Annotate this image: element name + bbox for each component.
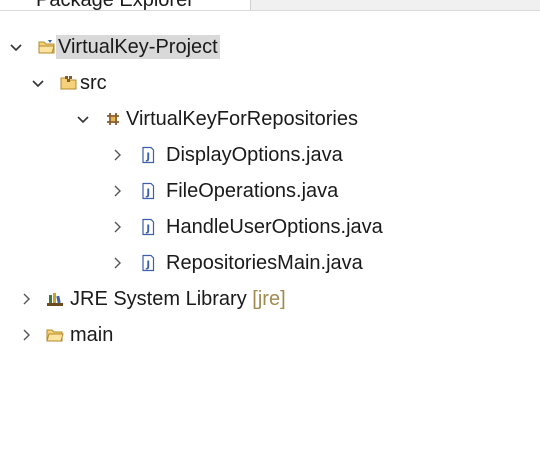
tab-title: Package Explorer bbox=[36, 0, 194, 10]
package-explorer-tree: VirtualKey-Project src VirtualKeyForRepo… bbox=[0, 10, 540, 456]
tree-item-label: HandleUserOptions.java bbox=[166, 216, 383, 238]
tree-item-main-folder[interactable]: main bbox=[0, 317, 540, 353]
chevron-right-icon[interactable] bbox=[110, 256, 124, 270]
svg-text:J: J bbox=[145, 188, 150, 199]
java-project-icon bbox=[38, 38, 56, 56]
chevron-down-icon[interactable] bbox=[76, 112, 90, 126]
tree-item-file[interactable]: J HandleUserOptions.java bbox=[0, 209, 540, 245]
svg-text:J: J bbox=[145, 260, 150, 271]
source-folder-icon bbox=[60, 74, 78, 92]
chevron-right-icon[interactable] bbox=[110, 148, 124, 162]
library-icon bbox=[46, 290, 64, 308]
svg-text:J: J bbox=[145, 224, 150, 235]
tree-item-label: DisplayOptions.java bbox=[166, 144, 343, 166]
tree-item-file[interactable]: J RepositoriesMain.java bbox=[0, 245, 540, 281]
tree-item-label: JRE System Library [jre] bbox=[70, 287, 286, 311]
tree-item-jre-library[interactable]: JRE System Library [jre] bbox=[0, 281, 540, 317]
tree-item-label: src bbox=[80, 72, 107, 94]
tree-item-label: VirtualKeyForRepositories bbox=[126, 108, 358, 130]
tab-package-explorer[interactable]: Package Explorer bbox=[0, 0, 251, 10]
java-file-icon: J bbox=[139, 182, 157, 200]
java-file-icon: J bbox=[139, 218, 157, 236]
tree-item-label: RepositoriesMain.java bbox=[166, 252, 363, 274]
tree-item-file[interactable]: J DisplayOptions.java bbox=[0, 137, 540, 173]
tree-item-src[interactable]: src bbox=[0, 65, 540, 101]
java-file-icon: J bbox=[139, 254, 157, 272]
tree-item-label: main bbox=[70, 324, 114, 346]
chevron-right-icon[interactable] bbox=[110, 220, 124, 234]
folder-icon bbox=[46, 326, 64, 344]
package-icon bbox=[104, 110, 122, 128]
chevron-down-icon[interactable] bbox=[9, 40, 23, 54]
tree-item-file[interactable]: J FileOperations.java bbox=[0, 173, 540, 209]
tree-item-project[interactable]: VirtualKey-Project bbox=[0, 29, 540, 65]
tree-item-label: FileOperations.java bbox=[166, 180, 339, 202]
chevron-right-icon[interactable] bbox=[19, 328, 33, 342]
chevron-down-icon[interactable] bbox=[31, 76, 45, 90]
java-file-icon: J bbox=[139, 146, 157, 164]
chevron-right-icon[interactable] bbox=[19, 292, 33, 306]
library-decoration: [jre] bbox=[252, 288, 286, 310]
tree-item-package[interactable]: VirtualKeyForRepositories bbox=[0, 101, 540, 137]
library-name: JRE System Library bbox=[70, 288, 247, 310]
svg-text:J: J bbox=[145, 152, 150, 163]
chevron-right-icon[interactable] bbox=[110, 184, 124, 198]
tree-item-label: VirtualKey-Project bbox=[56, 35, 220, 59]
